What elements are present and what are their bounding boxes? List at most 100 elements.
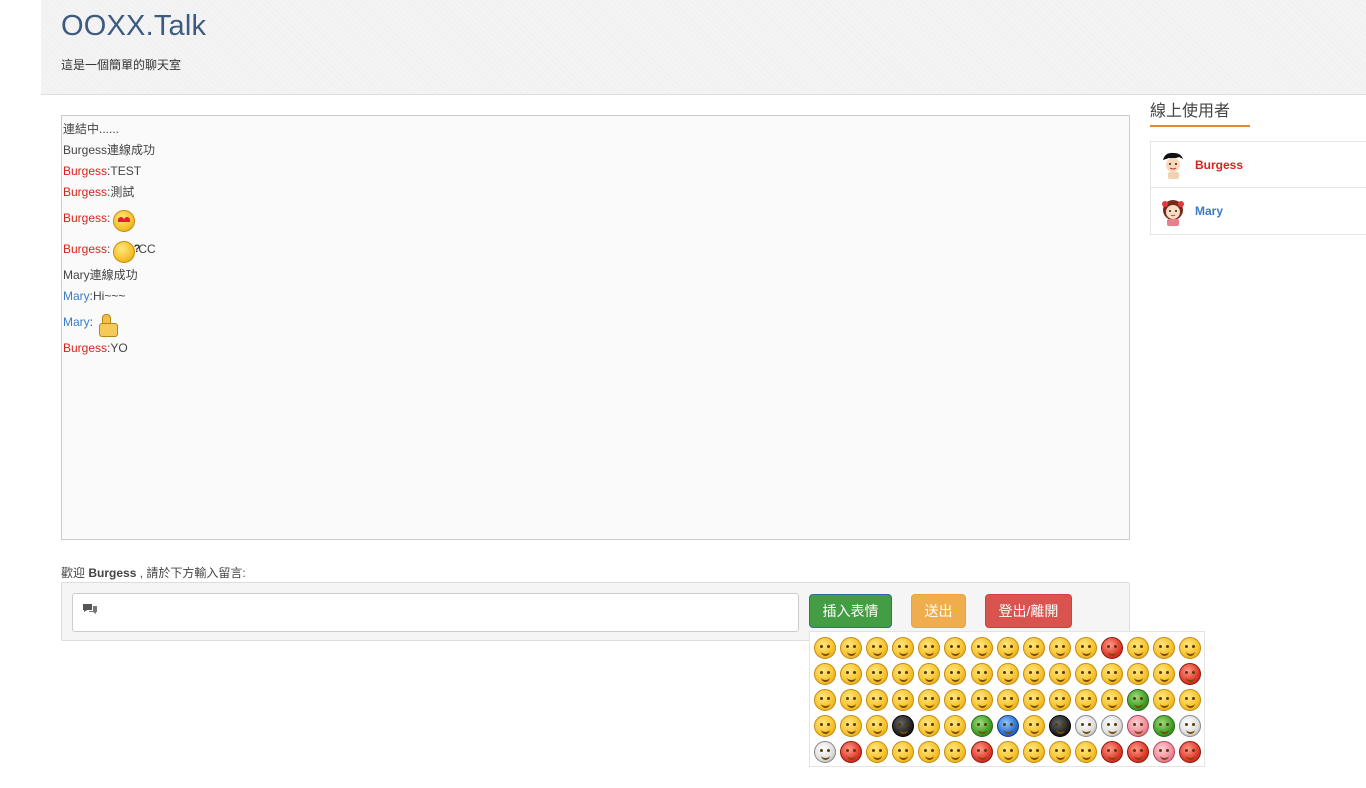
emoji-option-icon[interactable] xyxy=(866,715,889,737)
emoji-option-icon[interactable] xyxy=(840,715,863,737)
emoji-option-icon[interactable] xyxy=(866,637,889,659)
emoji-option-icon[interactable] xyxy=(918,663,941,685)
emoji-option-icon[interactable] xyxy=(1153,663,1176,685)
emoji-option-icon[interactable] xyxy=(1127,689,1150,711)
chat-message: Burgess : 測試 xyxy=(63,182,1129,203)
emoji-option-icon[interactable] xyxy=(970,741,993,763)
emoji-option-icon[interactable] xyxy=(866,689,889,711)
emoji-option-icon[interactable] xyxy=(1101,741,1124,763)
emoji-option-icon[interactable] xyxy=(1101,637,1124,659)
emoji-option-icon[interactable] xyxy=(918,637,941,659)
emoji-option-icon[interactable] xyxy=(1127,741,1150,763)
online-users-title: 線上使用者 xyxy=(1150,97,1250,127)
insert-emoji-button[interactable]: 插入表情 xyxy=(809,594,892,628)
emoji-option-icon[interactable] xyxy=(1022,637,1045,659)
system-message: Burgess連線成功 xyxy=(63,140,1129,161)
emoji-option-icon[interactable] xyxy=(1048,715,1071,737)
welcome-user: Burgess xyxy=(88,566,137,580)
emoji-option-icon[interactable] xyxy=(892,637,915,659)
emoji-option-icon[interactable] xyxy=(996,663,1019,685)
emoji-option-icon[interactable] xyxy=(1127,715,1150,737)
emoji-option-icon[interactable] xyxy=(1074,689,1097,711)
user-name: Mary xyxy=(1195,204,1224,218)
emoji-option-icon[interactable] xyxy=(892,663,915,685)
emoji-option-icon[interactable] xyxy=(892,715,915,737)
emoji-option-icon[interactable] xyxy=(1153,689,1176,711)
emoji-option-icon[interactable] xyxy=(918,689,941,711)
emoji-option-icon[interactable] xyxy=(840,637,863,659)
emoji-option-icon[interactable] xyxy=(814,715,836,737)
emoji-option-icon[interactable] xyxy=(918,715,941,737)
message-text: Hi~~~ xyxy=(93,289,126,303)
girl-avatar-icon xyxy=(1162,200,1184,226)
emoji-option-icon[interactable] xyxy=(814,689,836,711)
emoji-option-icon[interactable] xyxy=(1101,663,1124,685)
user-item-burgess[interactable]: Burgess xyxy=(1150,141,1366,188)
emoji-option-icon[interactable] xyxy=(840,663,863,685)
emoji-option-icon[interactable] xyxy=(1048,741,1071,763)
emoji-option-icon[interactable] xyxy=(1179,741,1202,763)
emoji-option-icon[interactable] xyxy=(1048,663,1071,685)
emoji-option-icon[interactable] xyxy=(970,663,993,685)
emoji-option-icon[interactable] xyxy=(1074,741,1097,763)
emoji-option-icon[interactable] xyxy=(996,741,1019,763)
emoji-option-icon[interactable] xyxy=(1022,689,1045,711)
emoji-option-icon[interactable] xyxy=(1153,637,1176,659)
emoji-option-icon[interactable] xyxy=(970,689,993,711)
emoji-option-icon[interactable] xyxy=(970,715,993,737)
logout-button[interactable]: 登出/離開 xyxy=(985,594,1072,628)
emoji-option-icon[interactable] xyxy=(944,637,967,659)
emoji-option-icon[interactable] xyxy=(1022,663,1045,685)
message-input[interactable] xyxy=(105,598,785,627)
emoji-option-icon[interactable] xyxy=(1127,637,1150,659)
emoji-option-icon[interactable] xyxy=(1101,689,1124,711)
heart-eyes-emoji-icon xyxy=(113,210,136,232)
emoji-option-icon[interactable] xyxy=(996,715,1019,737)
emoji-option-icon[interactable] xyxy=(1179,715,1202,737)
emoji-option-icon[interactable] xyxy=(840,689,863,711)
emoji-option-icon[interactable] xyxy=(944,689,967,711)
emoji-option-icon[interactable] xyxy=(814,637,836,659)
emoji-option-icon[interactable] xyxy=(892,741,915,763)
emoji-option-icon[interactable] xyxy=(918,741,941,763)
message-text: YO xyxy=(110,341,128,355)
emoji-option-icon[interactable] xyxy=(970,637,993,659)
chat-log[interactable]: 連結中...... Burgess連線成功 Burgess : TEST Bur… xyxy=(61,115,1130,540)
emoji-option-icon[interactable] xyxy=(1153,741,1176,763)
message-input-wrapper[interactable] xyxy=(72,593,799,632)
emoji-option-icon[interactable] xyxy=(1074,663,1097,685)
emoji-option-icon[interactable] xyxy=(1101,715,1124,737)
emoji-option-icon[interactable] xyxy=(996,689,1019,711)
emoji-option-icon[interactable] xyxy=(866,663,889,685)
emoji-option-icon[interactable] xyxy=(1048,689,1071,711)
emoji-option-icon[interactable] xyxy=(1153,715,1176,737)
message-sender: Burgess xyxy=(63,211,108,225)
emoji-option-icon[interactable] xyxy=(866,741,889,763)
emoji-option-icon[interactable] xyxy=(944,663,967,685)
emoji-option-icon[interactable] xyxy=(1048,637,1071,659)
emoji-option-icon[interactable] xyxy=(892,689,915,711)
message-text: TEST xyxy=(110,164,142,178)
send-button[interactable]: 送出 xyxy=(911,594,966,628)
message-sender: Burgess xyxy=(63,341,108,355)
emoji-option-icon[interactable] xyxy=(944,741,967,763)
emoji-option-icon[interactable] xyxy=(814,741,836,763)
emoji-option-icon[interactable] xyxy=(1127,663,1150,685)
chat-message: Burgess : xyxy=(63,203,1129,234)
emoji-option-icon[interactable] xyxy=(996,637,1019,659)
chat-bubbles-icon xyxy=(83,604,97,614)
emoji-option-icon[interactable] xyxy=(1074,715,1097,737)
emoji-option-icon[interactable] xyxy=(1022,741,1045,763)
emoji-option-icon[interactable] xyxy=(944,715,967,737)
emoji-option-icon[interactable] xyxy=(1022,715,1045,737)
message-separator: : xyxy=(107,211,111,225)
emoji-option-icon[interactable] xyxy=(1179,689,1202,711)
emoji-option-icon[interactable] xyxy=(1179,637,1202,659)
emoji-option-icon[interactable] xyxy=(1074,637,1097,659)
emoji-option-icon[interactable] xyxy=(814,663,836,685)
emoji-option-icon[interactable] xyxy=(840,741,863,763)
emoji-option-icon[interactable] xyxy=(1179,663,1202,685)
system-message: Mary連線成功 xyxy=(63,265,1129,286)
user-item-mary[interactable]: Mary xyxy=(1150,188,1366,235)
brand-title[interactable]: OOXX.Talk xyxy=(61,10,206,43)
